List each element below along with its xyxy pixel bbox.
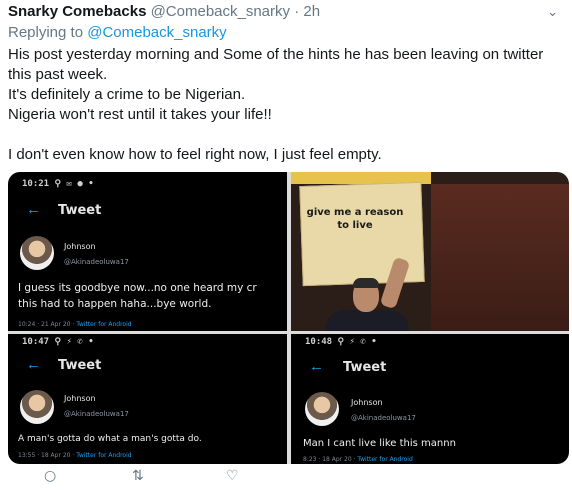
tweet-line: Nigeria won't rest until it takes your l… (8, 106, 272, 123)
avatar (305, 392, 339, 426)
screen-title: Tweet (58, 358, 102, 373)
avatar (20, 236, 54, 270)
tweet-line: His post yesterday morning and Some of t… (8, 46, 544, 63)
separator-dot: · (294, 3, 300, 20)
meta-date: 13:55 · 18 Apr 20 · (18, 452, 77, 459)
meta-source: Twitter for Android (357, 456, 413, 463)
user-handle: @Akinadeoluwa17 (351, 414, 416, 422)
screenshot-meta: 8:23 · 18 Apr 20 · Twitter for Android (303, 456, 413, 463)
media-screenshot-3[interactable]: 10:47 ⚲ ⚡ ✆ • ← Tweet Johnson @Akinadeol… (8, 334, 287, 464)
sign-text: give me a reason to live (306, 207, 404, 231)
replying-prefix: Replying to (8, 24, 88, 41)
screenshot-tweet-text: A man's gotta do what a man's gotta do. (18, 434, 202, 444)
tweet-header: Snarky Comebacks @Comeback_snarky · 2h (8, 3, 320, 20)
user-handle: @Akinadeoluwa17 (64, 410, 129, 418)
tweet-line: I don't even know how to feel right now,… (8, 146, 382, 163)
meta-date: 10:24 · 21 Apr 20 · (18, 321, 77, 328)
meta-date: 8:23 · 18 Apr 20 · (303, 456, 358, 463)
meta-source: Twitter for Android (76, 321, 132, 328)
avatar (20, 390, 54, 424)
tweet-time[interactable]: 2h (303, 3, 320, 20)
user-name: Johnson (351, 398, 383, 407)
tweet-actions: ○ ⇅ ♡ (0, 466, 572, 490)
screen-title: Tweet (58, 203, 102, 218)
reply-icon[interactable]: ○ (44, 468, 56, 484)
tweet-line: this past week. (8, 66, 108, 83)
screenshot-tweet-text: I guess its goodbye now...no one heard m… (18, 282, 257, 294)
screenshot-tweet-text: Man I cant live like this mannn (303, 438, 456, 449)
back-arrow-icon: ← (26, 201, 41, 218)
retweet-icon[interactable]: ⇅ (132, 468, 144, 484)
screenshot-tweet-text: this had to happen haha...bye world. (18, 298, 212, 310)
tweet-text: His post yesterday morning and Some of t… (8, 45, 568, 165)
screenshot-meta: 13:55 · 18 Apr 20 · Twitter for Android (18, 452, 132, 459)
user-name: Johnson (64, 242, 96, 251)
status-bar: 10:21 ⚲ ✉ ● • (22, 179, 94, 189)
author-handle[interactable]: @Comeback_snarky (151, 3, 290, 20)
media-grid[interactable]: 10:21 ⚲ ✉ ● • ← Tweet Johnson @Akinadeol… (8, 172, 569, 464)
meta-source: Twitter for Android (76, 452, 132, 459)
person-body (325, 310, 409, 331)
user-name: Johnson (64, 394, 96, 403)
status-bar: 10:47 ⚲ ⚡ ✆ • (22, 337, 94, 347)
media-meme-image[interactable]: give me a reason to live (291, 172, 569, 331)
person-hair (353, 278, 379, 288)
user-handle: @Akinadeoluwa17 (64, 258, 129, 266)
background-wall (431, 184, 569, 331)
media-screenshot-1[interactable]: 10:21 ⚲ ✉ ● • ← Tweet Johnson @Akinadeol… (8, 172, 287, 331)
like-icon[interactable]: ♡ (226, 468, 239, 484)
replying-to-link[interactable]: @Comeback_snarky (87, 24, 226, 41)
media-screenshot-4[interactable]: 10:48 ⚲ ⚡ ✆ • ← Tweet Johnson @Akinadeol… (291, 334, 569, 464)
screenshot-meta: 10:24 · 21 Apr 20 · Twitter for Android (18, 321, 132, 328)
tweet-card[interactable]: Snarky Comebacks @Comeback_snarky · 2h ⌄… (0, 0, 572, 490)
status-bar: 10:48 ⚲ ⚡ ✆ • (305, 337, 377, 347)
screen-title: Tweet (343, 360, 387, 375)
back-arrow-icon: ← (309, 358, 324, 375)
back-arrow-icon: ← (26, 356, 41, 373)
replying-to: Replying to @Comeback_snarky (8, 24, 227, 41)
tweet-line: It's definitely a crime to be Nigerian. (8, 86, 246, 103)
chevron-down-icon[interactable]: ⌄ (547, 4, 558, 20)
author-name[interactable]: Snarky Comebacks (8, 3, 146, 20)
